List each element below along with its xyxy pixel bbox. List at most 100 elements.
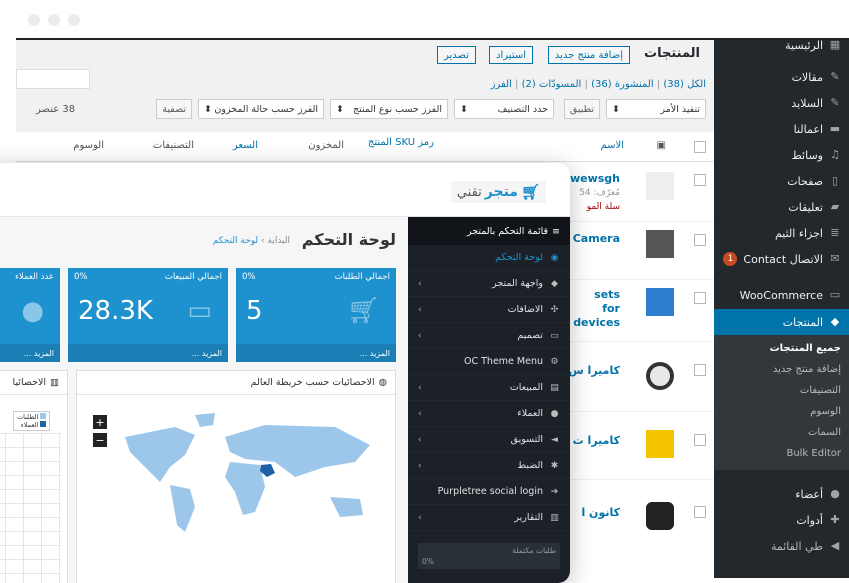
world-map[interactable] [115, 407, 385, 537]
row-checkbox[interactable] [694, 364, 706, 376]
image-col-icon: ▣ [656, 140, 666, 151]
more-link[interactable]: المزيد ... [236, 344, 396, 362]
col-name[interactable]: الاسم [600, 140, 624, 151]
chevron-icon: › [418, 382, 422, 393]
sidebar-item-products[interactable]: ◆ المنتجات [714, 309, 849, 335]
sidebar-item-users[interactable]: ● أعضاء [720, 483, 841, 505]
nav-customers[interactable]: ● العملاء › [408, 401, 570, 427]
nav-sales[interactable]: ▤ المبيعات › [408, 375, 570, 401]
nav-theme-menu[interactable]: ⚙ OC Theme Menu [408, 349, 570, 375]
nav-social-login[interactable]: ➔ Purpletree social login [408, 479, 570, 505]
pin-icon: ✎ [830, 96, 840, 109]
opencart-window: 🛒︎ متجر تقني ≡ قائمة التحكم بالمتجر ◉ لوحة … [0, 163, 570, 583]
nav-reports[interactable]: ▥ التقارير › [408, 505, 570, 531]
mail-icon: ✉ [830, 252, 840, 265]
nav-catalog[interactable]: ◆ واجهة المتجر › [408, 271, 570, 297]
import-button[interactable]: استيراد [489, 46, 533, 64]
sidebar-item-tools[interactable]: ✚ أدوات [720, 509, 841, 531]
chevron-icon: › [418, 278, 422, 289]
sidebar-item-posts[interactable]: ✎ مقالات [720, 66, 841, 88]
menu-icon: ≡ [552, 225, 560, 237]
product-name[interactable]: كاميرا ت [573, 434, 620, 447]
export-button[interactable]: تصدير [436, 46, 476, 64]
wrench-icon: ✚ [830, 513, 840, 526]
submenu-categories[interactable]: التصنيفات [800, 385, 841, 396]
product-thumbnail [646, 288, 674, 316]
submenu-attributes[interactable]: السمات [808, 427, 841, 438]
apply-button[interactable]: تطبيق [563, 99, 600, 119]
chart-legend: الطلبات العملاء [13, 411, 51, 431]
table-header: ▣ الاسم رمز SKU المنتج المخزون السعر الت… [16, 132, 714, 162]
filter-sort[interactable]: الفرز [491, 79, 512, 90]
product-type-select[interactable]: الفرز حسب نوع المنتج ⬍ [330, 99, 448, 119]
product-thumbnail [646, 172, 674, 200]
sidebar-item-slider[interactable]: ✎ السلايد [720, 92, 841, 114]
product-thumbnail [646, 502, 674, 530]
product-name[interactable]: كانون ا [581, 506, 620, 519]
items-count: 38 عنصر [36, 104, 76, 115]
oc-content: لوحة التحكم البداية › لوحة التحكم اجمالي… [0, 217, 408, 583]
product-name[interactable]: sets for devices [573, 288, 620, 330]
chevron-icon: › [418, 434, 422, 445]
sidebar-item-portfolio[interactable]: ▬ اعمالنا [720, 118, 841, 140]
product-name[interactable]: Camera [573, 232, 620, 245]
progress-label: طلبات مكتملة [512, 546, 556, 555]
settings-icon: ✱ [550, 460, 559, 471]
nav-settings[interactable]: ✱ الضبط › [408, 453, 570, 479]
wp-sidebar: ▦ الرئيسية ✎ مقالات ✎ السلايد ▬ اعمالنا ♫ وسا… [714, 40, 849, 578]
nav-design[interactable]: ▭ تصميم › [408, 323, 570, 349]
select-all-checkbox[interactable] [694, 141, 706, 153]
chevron-icon: › [418, 330, 422, 341]
product-name[interactable]: wewsgh [570, 172, 620, 185]
filter-all[interactable]: الكل [687, 79, 706, 90]
sidebar-item-collapse[interactable]: ◀ طي القائمة [720, 535, 841, 557]
bulk-action-select[interactable]: تنفيذ الأمر ⬍ [606, 99, 706, 119]
contact-badge: 1 [723, 252, 738, 266]
filter-button[interactable]: تصفية [156, 99, 192, 119]
more-link[interactable]: المزيد ... [68, 344, 228, 362]
search-input[interactable] [16, 69, 90, 89]
sidebar-item-pages[interactable]: ▯ صفحات [720, 170, 841, 192]
progress-value: 0% [422, 557, 434, 566]
store-logo[interactable]: 🛒︎ متجر تقني [450, 181, 546, 203]
sidebar-item-woocommerce[interactable]: ▭ WooCommerce [720, 284, 841, 306]
stock-status-select[interactable]: الفرز حسب حالة المخزون ⬍ [198, 99, 324, 119]
submenu-all-products[interactable]: جميع المنتجات [770, 343, 841, 354]
bar-chart-icon: ▥ [50, 377, 59, 388]
media-icon: ♫ [830, 148, 840, 161]
row-checkbox[interactable] [694, 234, 706, 246]
chart-header: ▥ الاحصائيا [0, 371, 67, 395]
filter-drafts[interactable]: المسودّات [539, 79, 581, 90]
row-checkbox[interactable] [694, 174, 706, 186]
sidebar-item-comments[interactable]: ▰ تعليقات [720, 196, 841, 218]
nav-dashboard[interactable]: ◉ لوحة التحكم [408, 245, 570, 271]
category-select[interactable]: حدد التصنيف ⬍ [454, 99, 554, 119]
zoom-in-button[interactable]: + [93, 415, 107, 429]
nav-marketing[interactable]: ◄ التسويق › [408, 427, 570, 453]
col-sku[interactable]: رمز SKU المنتج [368, 137, 434, 148]
product-name[interactable]: كاميرا س [569, 364, 620, 377]
sidebar-item-media[interactable]: ♫ وسائط [720, 144, 841, 166]
nav-title: ≡ قائمة التحكم بالمتجر [408, 217, 570, 245]
submenu-tags[interactable]: الوسوم [810, 406, 841, 417]
submenu-add-product[interactable]: إضافة منتج جديد [773, 364, 841, 375]
sidebar-item-contact[interactable]: ✉ الاتصال Contact 1 [720, 248, 841, 270]
crumb-home[interactable]: البداية [267, 236, 290, 246]
col-price[interactable]: السعر [233, 140, 258, 151]
filter-published[interactable]: المنشورة [615, 79, 654, 90]
row-checkbox[interactable] [694, 292, 706, 304]
add-product-button[interactable]: إضافة منتج جديد [547, 46, 630, 64]
more-link[interactable]: المزيد ... [0, 344, 60, 362]
submenu-bulk-editor[interactable]: Bulk Editor [786, 448, 841, 459]
sidebar-item-home[interactable]: ▦ الرئيسية [720, 40, 841, 56]
row-checkbox[interactable] [694, 506, 706, 518]
orders-progress: طلبات مكتملة 0% [418, 543, 560, 569]
product-thumbnail [646, 230, 674, 258]
col-stock: المخزون [308, 140, 344, 151]
nav-extensions[interactable]: ✣ الاضافات › [408, 297, 570, 323]
sidebar-item-theme-parts[interactable]: ≣ اجزاء الثيم [720, 222, 841, 244]
zoom-out-button[interactable]: − [93, 433, 107, 447]
crumb-current[interactable]: لوحة التحكم [213, 236, 258, 246]
col-tags: الوسوم [73, 140, 104, 151]
row-checkbox[interactable] [694, 434, 706, 446]
